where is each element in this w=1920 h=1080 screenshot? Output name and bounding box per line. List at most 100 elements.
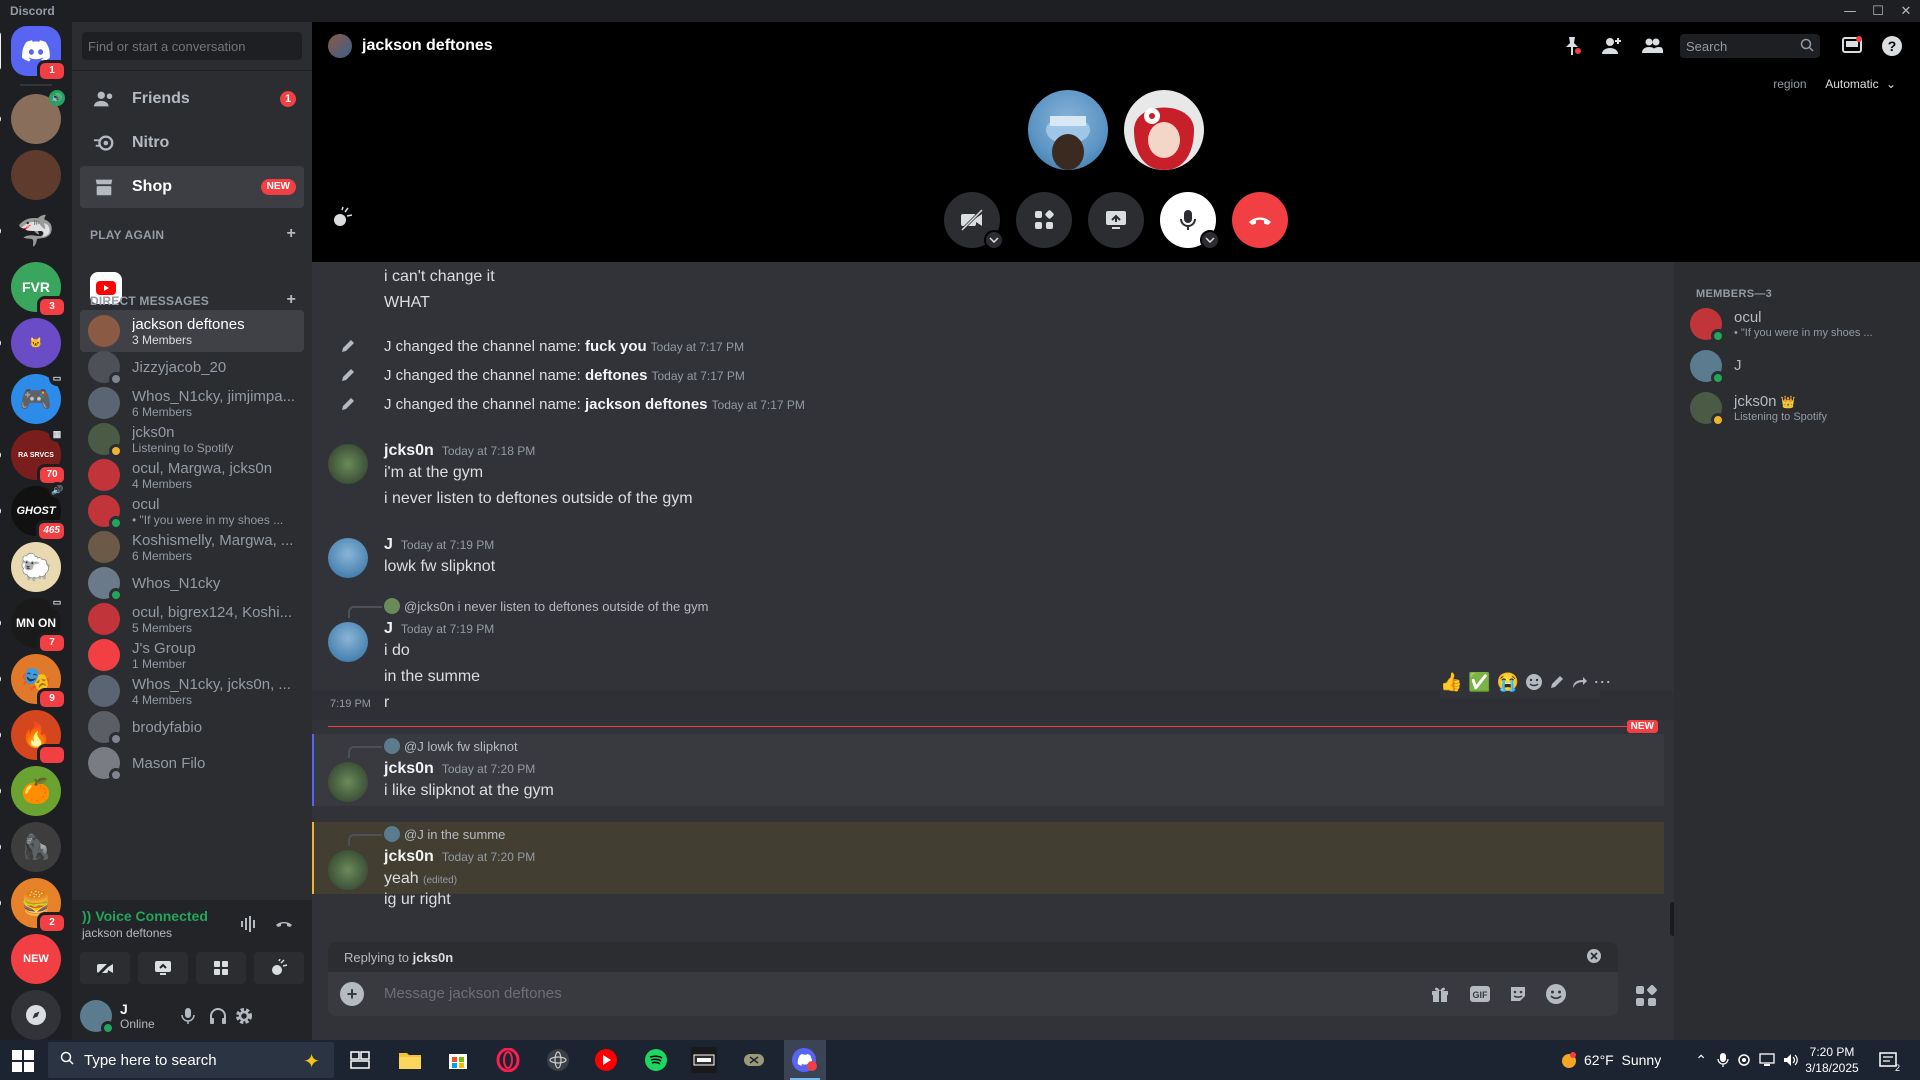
reply-message-mention[interactable]: @J lowk fw slipknot jcks0n Today at 7:20 …	[312, 736, 1674, 806]
user-info[interactable]: J Online	[120, 1001, 155, 1031]
weather-icon[interactable]	[1560, 1051, 1578, 1069]
chevron-up-icon[interactable]: ⌃	[1695, 1052, 1707, 1069]
file-explorer-icon[interactable]	[396, 1046, 424, 1074]
xbox-icon[interactable]	[740, 1046, 768, 1074]
message[interactable]: jcks0n Today at 7:18 PM i'm at the gym i …	[312, 442, 1674, 522]
server-icon-4[interactable]: 🦈	[0, 206, 61, 256]
server-icon-12[interactable]: 🎭 9	[0, 654, 67, 710]
soundboard-icon[interactable]	[328, 204, 356, 232]
close-icon[interactable]: ✕	[1892, 0, 1920, 22]
member-list-icon[interactable]	[1640, 34, 1664, 58]
user-avatar[interactable]	[80, 1000, 115, 1035]
mute-button[interactable]	[1160, 192, 1220, 250]
message-input[interactable]: Message jackson deftones	[384, 985, 562, 1002]
more-options-icon[interactable]: ⋯	[1593, 670, 1611, 694]
reply-message-mention[interactable]: @J in the summe jcks0n Today at 7:20 PM y…	[312, 824, 1674, 924]
mic-options-chevron-icon[interactable]	[1200, 230, 1220, 250]
cancel-reply-icon[interactable]	[1586, 948, 1602, 967]
author-avatar[interactable]	[328, 850, 368, 890]
upload-plus-icon[interactable]: +	[340, 982, 364, 1006]
apps-icon[interactable]	[1632, 982, 1660, 1010]
server-icon-ghost[interactable]: GHOST 🔊 465	[0, 482, 67, 542]
windows-start-icon[interactable]	[12, 1050, 34, 1072]
nav-nitro[interactable]: Nitro	[80, 122, 304, 164]
server-icon-fvr[interactable]: FVR 3	[11, 262, 67, 318]
create-dm-icon[interactable]: +	[286, 292, 296, 308]
server-icon-15[interactable]: 🦍	[0, 822, 61, 872]
call-participant-avatar-ocul[interactable]	[1124, 90, 1204, 170]
noise-suppression-icon[interactable]	[238, 914, 258, 934]
mic-tray-icon[interactable]	[1717, 1052, 1729, 1068]
reply-reference[interactable]: @jcks0n i never listen to deftones outsi…	[348, 598, 708, 618]
server-icon-13[interactable]: 🔥	[0, 710, 67, 766]
voice-channel-name[interactable]: jackson deftones	[82, 926, 172, 940]
system-message[interactable]: J changed the channel name: jackson deft…	[312, 393, 1674, 415]
camera-tray-icon[interactable]	[1737, 1053, 1751, 1067]
disconnect-call-button[interactable]	[1232, 192, 1288, 248]
author-avatar[interactable]	[328, 622, 368, 662]
member-item[interactable]: J	[1682, 344, 1912, 388]
soundboard-button[interactable]	[254, 952, 304, 984]
youtube-app-icon[interactable]	[592, 1046, 620, 1074]
disconnect-icon[interactable]	[274, 914, 294, 934]
server-icon-10[interactable]: 🐑	[11, 542, 61, 592]
search-box[interactable]: Search	[1680, 34, 1820, 58]
member-item[interactable]: ocul • "If you were in my shoes ...	[1682, 302, 1912, 346]
discover-button[interactable]	[11, 990, 61, 1040]
server-icon-3[interactable]	[11, 150, 61, 200]
dm-item[interactable]: Mason Filo	[80, 742, 304, 784]
weather-text[interactable]: 62°F Sunny	[1584, 1052, 1661, 1068]
maximize-icon[interactable]: ☐	[1864, 0, 1892, 22]
nav-shop[interactable]: Shop NEW	[80, 166, 304, 208]
add-friends-to-dm-icon[interactable]	[1600, 34, 1624, 58]
author-name[interactable]: jcks0n	[384, 848, 434, 865]
spotify-icon[interactable]	[642, 1046, 670, 1074]
system-message[interactable]: J changed the channel name: fuck you Toda…	[312, 335, 1674, 357]
reply-reference[interactable]: @J lowk fw slipknot	[348, 738, 518, 758]
camera-options-chevron-icon[interactable]	[984, 230, 1004, 250]
author-avatar[interactable]	[328, 538, 368, 578]
reaction-thumbs-up[interactable]: 👍	[1440, 670, 1462, 694]
server-icon-6[interactable]: 🐱	[0, 318, 61, 368]
add-reaction-icon[interactable]	[1525, 670, 1543, 694]
inbox-icon[interactable]	[1840, 34, 1864, 58]
headphones-icon[interactable]	[206, 1004, 230, 1028]
server-icon-7[interactable]: 🎮 ▭	[11, 370, 65, 424]
channel-name[interactable]: jackson deftones	[362, 37, 493, 55]
nav-friends[interactable]: Friends 1	[80, 78, 304, 120]
discord-taskbar-icon[interactable]	[790, 1046, 818, 1074]
server-icon-mnon[interactable]: MN ON ▭ 7	[0, 594, 67, 654]
help-icon[interactable]: ?	[1880, 34, 1904, 58]
forward-icon[interactable]	[1571, 670, 1588, 694]
sticker-icon[interactable]	[1506, 982, 1530, 1006]
screen-share-button[interactable]	[138, 952, 188, 984]
opera-gx-icon[interactable]	[494, 1046, 522, 1074]
taskbar-search[interactable]: Type here to search ✦	[48, 1042, 334, 1078]
edit-icon[interactable]	[1549, 670, 1565, 694]
call-participant-avatar-j[interactable]	[1028, 90, 1108, 170]
activities-button[interactable]	[196, 952, 246, 984]
camera-off-button[interactable]	[944, 192, 1004, 250]
activities-button[interactable]	[1016, 192, 1072, 248]
member-item[interactable]: jcks0n 👑 Listening to Spotify	[1682, 386, 1912, 430]
find-conversation-input[interactable]	[82, 32, 302, 60]
message[interactable]: J Today at 7:19 PM lowk fw slipknot	[312, 536, 1674, 586]
voice-connected-title[interactable]: )) Voice Connected	[82, 908, 208, 924]
taskbar-clock[interactable]: 7:20 PM 3/18/2025	[1792, 1044, 1872, 1076]
mic-icon[interactable]	[176, 1004, 200, 1028]
reaction-check[interactable]: ✅	[1468, 670, 1490, 694]
server-icon-14[interactable]: 🍊	[0, 766, 61, 816]
region-selector[interactable]: region Automatic ⌄	[1773, 77, 1896, 91]
task-view-icon[interactable]	[346, 1046, 374, 1074]
network-icon[interactable]	[1759, 1053, 1775, 1067]
gif-icon[interactable]: GIF	[1468, 982, 1492, 1006]
author-avatar[interactable]	[328, 444, 368, 484]
author-name[interactable]: jcks0n	[384, 442, 434, 459]
author-avatar[interactable]	[328, 762, 368, 802]
camera-off-button[interactable]	[80, 952, 130, 984]
server-icon-2[interactable]: 🔊	[0, 90, 65, 144]
app-icon-atom[interactable]	[544, 1046, 572, 1074]
author-name[interactable]: J	[384, 536, 393, 553]
settings-gear-icon[interactable]	[232, 1004, 256, 1028]
reply-reference[interactable]: @J in the summe	[348, 826, 505, 846]
